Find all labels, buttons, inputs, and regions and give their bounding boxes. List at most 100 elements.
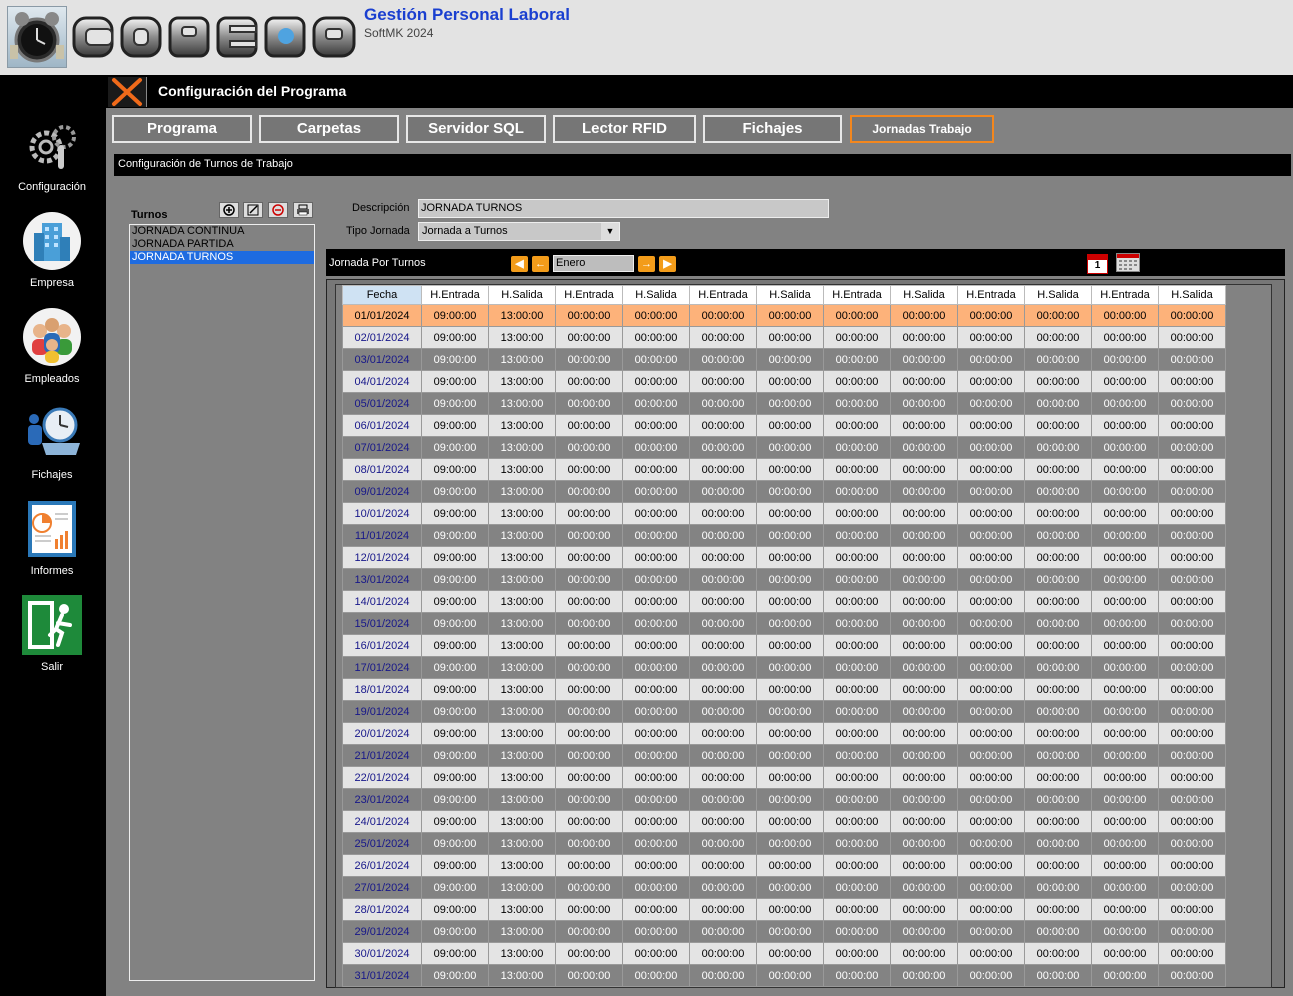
table-row[interactable]: 05/01/2024 09:00:00 13:00:00 00:00:00 00:00:… bbox=[342, 392, 1226, 415]
time-cell[interactable]: 00:00:00 bbox=[1091, 744, 1159, 767]
time-cell[interactable]: 00:00:00 bbox=[555, 480, 623, 503]
time-cell[interactable]: 00:00:00 bbox=[1158, 458, 1226, 481]
time-cell[interactable]: 00:00:00 bbox=[622, 414, 690, 437]
table-row[interactable]: 03/01/2024 09:00:00 13:00:00 00:00:00 00:00:… bbox=[342, 348, 1226, 371]
time-cell[interactable]: 00:00:00 bbox=[1024, 634, 1092, 657]
table-row[interactable]: 10/01/2024 09:00:00 13:00:00 00:00:00 00:00:… bbox=[342, 502, 1226, 525]
time-cell[interactable]: 00:00:00 bbox=[622, 744, 690, 767]
time-cell[interactable]: 00:00:00 bbox=[823, 546, 891, 569]
time-cell[interactable]: 00:00:00 bbox=[1158, 832, 1226, 855]
time-cell[interactable]: 00:00:00 bbox=[1091, 678, 1159, 701]
time-cell[interactable]: 09:00:00 bbox=[421, 832, 489, 855]
time-cell[interactable]: 00:00:00 bbox=[1158, 876, 1226, 899]
time-cell[interactable]: 00:00:00 bbox=[555, 832, 623, 855]
time-cell[interactable]: 00:00:00 bbox=[890, 436, 958, 459]
add-turno-button[interactable] bbox=[219, 202, 239, 218]
time-cell[interactable]: 00:00:00 bbox=[689, 612, 757, 635]
time-cell[interactable]: 00:00:00 bbox=[823, 942, 891, 965]
time-cell[interactable]: 00:00:00 bbox=[823, 722, 891, 745]
time-cell[interactable]: 09:00:00 bbox=[421, 898, 489, 921]
time-cell[interactable]: 09:00:00 bbox=[421, 546, 489, 569]
time-cell[interactable]: 00:00:00 bbox=[890, 876, 958, 899]
time-cell[interactable]: 00:00:00 bbox=[689, 414, 757, 437]
time-cell[interactable]: 00:00:00 bbox=[1024, 854, 1092, 877]
time-cell[interactable]: 00:00:00 bbox=[622, 502, 690, 525]
date-cell[interactable]: 11/01/2024 bbox=[342, 524, 422, 547]
time-cell[interactable]: 00:00:00 bbox=[1158, 656, 1226, 679]
time-cell[interactable]: 00:00:00 bbox=[756, 546, 824, 569]
time-cell[interactable]: 00:00:00 bbox=[957, 634, 1025, 657]
time-cell[interactable]: 09:00:00 bbox=[421, 744, 489, 767]
tab-programa[interactable]: Programa bbox=[112, 115, 252, 143]
time-cell[interactable]: 00:00:00 bbox=[1024, 524, 1092, 547]
table-row[interactable]: 11/01/2024 09:00:00 13:00:00 00:00:00 00:00:… bbox=[342, 524, 1226, 547]
date-cell[interactable]: 05/01/2024 bbox=[342, 392, 422, 415]
time-cell[interactable]: 00:00:00 bbox=[756, 920, 824, 943]
time-cell[interactable]: 00:00:00 bbox=[756, 612, 824, 635]
time-cell[interactable]: 00:00:00 bbox=[756, 810, 824, 833]
time-cell[interactable]: 00:00:00 bbox=[555, 920, 623, 943]
time-cell[interactable]: 00:00:00 bbox=[756, 326, 824, 349]
time-cell[interactable]: 09:00:00 bbox=[421, 612, 489, 635]
time-cell[interactable]: 00:00:00 bbox=[957, 722, 1025, 745]
time-cell[interactable]: 00:00:00 bbox=[622, 568, 690, 591]
time-cell[interactable]: 00:00:00 bbox=[689, 458, 757, 481]
time-cell[interactable]: 00:00:00 bbox=[555, 546, 623, 569]
time-cell[interactable]: 00:00:00 bbox=[957, 480, 1025, 503]
time-cell[interactable]: 00:00:00 bbox=[957, 920, 1025, 943]
time-cell[interactable]: 00:00:00 bbox=[1158, 370, 1226, 393]
time-cell[interactable]: 00:00:00 bbox=[622, 546, 690, 569]
time-cell[interactable]: 00:00:00 bbox=[555, 502, 623, 525]
time-cell[interactable]: 13:00:00 bbox=[488, 304, 556, 327]
time-cell[interactable]: 00:00:00 bbox=[689, 634, 757, 657]
time-cell[interactable]: 00:00:00 bbox=[689, 326, 757, 349]
time-cell[interactable]: 00:00:00 bbox=[823, 326, 891, 349]
table-row[interactable]: 09/01/2024 09:00:00 13:00:00 00:00:00 00:00:… bbox=[342, 480, 1226, 503]
time-cell[interactable]: 13:00:00 bbox=[488, 326, 556, 349]
time-cell[interactable]: 00:00:00 bbox=[957, 370, 1025, 393]
time-cell[interactable]: 00:00:00 bbox=[622, 722, 690, 745]
time-cell[interactable]: 00:00:00 bbox=[1158, 546, 1226, 569]
time-cell[interactable]: 00:00:00 bbox=[957, 458, 1025, 481]
time-cell[interactable]: 00:00:00 bbox=[957, 700, 1025, 723]
time-cell[interactable]: 00:00:00 bbox=[1158, 942, 1226, 965]
time-cell[interactable]: 13:00:00 bbox=[488, 348, 556, 371]
time-cell[interactable]: 00:00:00 bbox=[1024, 348, 1092, 371]
time-cell[interactable]: 09:00:00 bbox=[421, 304, 489, 327]
time-cell[interactable]: 00:00:00 bbox=[1091, 436, 1159, 459]
time-cell[interactable]: 00:00:00 bbox=[823, 436, 891, 459]
time-cell[interactable]: 00:00:00 bbox=[1024, 546, 1092, 569]
date-cell[interactable]: 04/01/2024 bbox=[342, 370, 422, 393]
time-cell[interactable]: 00:00:00 bbox=[957, 810, 1025, 833]
close-button[interactable] bbox=[108, 77, 147, 107]
time-cell[interactable]: 00:00:00 bbox=[823, 502, 891, 525]
sidebar-item-empresa[interactable]: Empresa bbox=[0, 211, 104, 307]
time-cell[interactable]: 00:00:00 bbox=[555, 854, 623, 877]
table-row[interactable]: 12/01/2024 09:00:00 13:00:00 00:00:00 00:00:… bbox=[342, 546, 1226, 569]
time-cell[interactable]: 00:00:00 bbox=[890, 722, 958, 745]
time-cell[interactable]: 00:00:00 bbox=[890, 348, 958, 371]
time-cell[interactable]: 13:00:00 bbox=[488, 854, 556, 877]
time-cell[interactable]: 00:00:00 bbox=[622, 612, 690, 635]
time-cell[interactable]: 13:00:00 bbox=[488, 678, 556, 701]
time-cell[interactable]: 00:00:00 bbox=[1091, 832, 1159, 855]
time-cell[interactable]: 09:00:00 bbox=[421, 414, 489, 437]
time-cell[interactable]: 00:00:00 bbox=[1158, 854, 1226, 877]
time-cell[interactable]: 00:00:00 bbox=[1091, 524, 1159, 547]
time-cell[interactable]: 00:00:00 bbox=[622, 458, 690, 481]
table-row[interactable]: 24/01/2024 09:00:00 13:00:00 00:00:00 00:00:… bbox=[342, 810, 1226, 833]
time-cell[interactable]: 00:00:00 bbox=[890, 920, 958, 943]
tab-jornadas-trabajo[interactable]: Jornadas Trabajo bbox=[850, 115, 994, 143]
time-cell[interactable]: 00:00:00 bbox=[1158, 392, 1226, 415]
chevron-down-icon[interactable]: ▼ bbox=[601, 223, 619, 240]
time-cell[interactable]: 00:00:00 bbox=[555, 964, 623, 987]
time-cell[interactable]: 00:00:00 bbox=[1091, 502, 1159, 525]
time-cell[interactable]: 00:00:00 bbox=[890, 678, 958, 701]
time-cell[interactable]: 00:00:00 bbox=[756, 568, 824, 591]
table-row[interactable]: 06/01/2024 09:00:00 13:00:00 00:00:00 00:00:… bbox=[342, 414, 1226, 437]
time-cell[interactable]: 00:00:00 bbox=[689, 766, 757, 789]
time-cell[interactable]: 00:00:00 bbox=[1024, 568, 1092, 591]
time-cell[interactable]: 00:00:00 bbox=[823, 370, 891, 393]
column-header-h-salida[interactable]: H.Salida bbox=[890, 285, 958, 305]
time-cell[interactable]: 00:00:00 bbox=[756, 414, 824, 437]
